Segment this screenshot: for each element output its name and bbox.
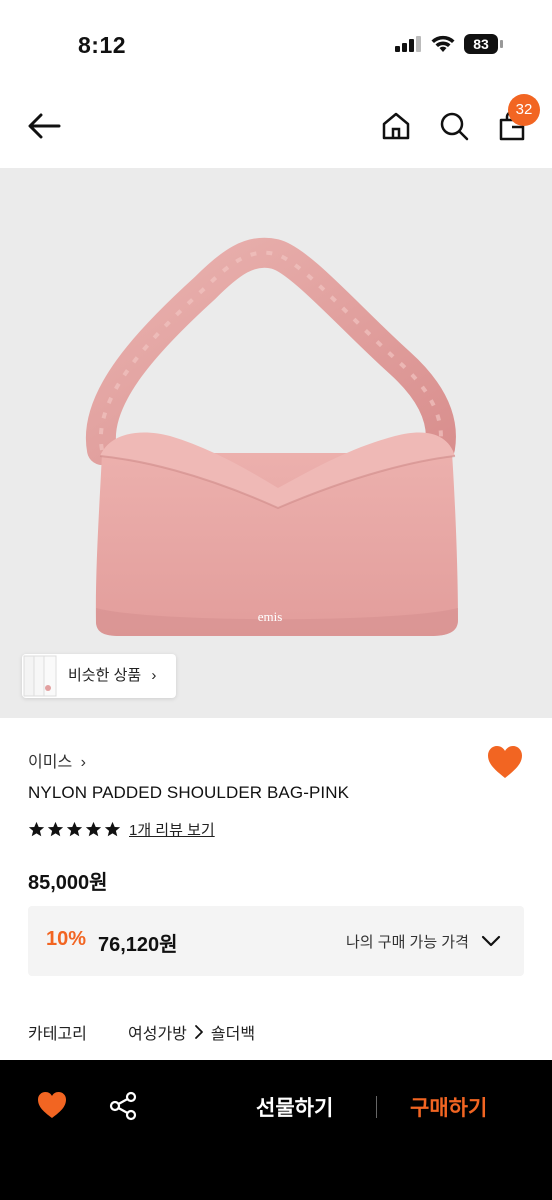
similar-products-label: 비슷한 상품 (68, 667, 142, 684)
review-link[interactable]: 1개 리뷰 보기 (129, 819, 215, 840)
category-label: 카테고리 (28, 1026, 87, 1043)
top-nav-bar (0, 90, 552, 168)
search-button[interactable] (434, 106, 474, 146)
search-icon (440, 112, 469, 141)
cellular-signal-icon (395, 36, 421, 52)
shoulder-bag-image: emis (85, 237, 458, 636)
chevron-down-icon (481, 935, 501, 947)
heart-icon[interactable] (36, 1090, 68, 1120)
category-item[interactable]: 숄더백 (211, 1020, 255, 1044)
original-price: 85,000원 (28, 872, 108, 894)
bag-logo: emis (258, 609, 283, 624)
my-price-label: 나의 구매 가능 가격 (346, 934, 469, 951)
star-icon (104, 821, 121, 836)
product-image[interactable]: emis (0, 168, 552, 718)
brand-link[interactable]: 이미스 › (28, 748, 86, 772)
similar-thumbnail-stack (23, 655, 57, 697)
divider (376, 1096, 377, 1118)
discount-price: 76,120원 (98, 934, 178, 956)
home-button[interactable] (376, 106, 416, 146)
rating-row: 1개 리뷰 보기 (28, 818, 215, 840)
category-row: 카테고리 여성가방 숄더백 (28, 1020, 524, 1044)
star-rating (28, 821, 121, 838)
chevron-right-icon: › (151, 667, 157, 684)
arrow-left-icon (28, 113, 61, 139)
status-bar: 8:12 83 (0, 0, 552, 90)
home-icon (382, 112, 410, 140)
battery-cap (500, 40, 503, 48)
brand-name: 이미스 (28, 754, 73, 771)
similar-products-button[interactable]: 비슷한 상품 › (22, 654, 176, 698)
star-icon (85, 821, 102, 836)
chevron-right-icon (194, 1025, 203, 1039)
wifi-icon (431, 35, 455, 52)
gift-button[interactable]: 선물하기 (256, 1092, 333, 1122)
cart-count-badge: 32 (508, 94, 540, 126)
discount-rate: 10% (46, 928, 87, 950)
star-icon (28, 821, 45, 836)
star-icon (66, 821, 83, 836)
category-item[interactable]: 여성가방 (128, 1020, 187, 1044)
product-name: NYLON PADDED SHOULDER BAG-PINK (28, 783, 350, 802)
wishlist-heart-icon[interactable] (486, 744, 524, 780)
star-icon (47, 821, 64, 836)
back-button[interactable] (24, 106, 64, 146)
share-icon[interactable] (108, 1091, 138, 1121)
battery-indicator: 83 (464, 34, 504, 54)
bottom-action-bar: 선물하기 구매하기 (0, 1060, 552, 1200)
battery-level: 83 (464, 34, 498, 54)
buy-button[interactable]: 구매하기 (410, 1092, 487, 1122)
category-breadcrumb: 여성가방 숄더백 (128, 1020, 255, 1044)
chevron-right-icon: › (80, 754, 86, 771)
status-time: 8:12 (78, 32, 127, 58)
my-price-box[interactable]: 10% 76,120원 나의 구매 가능 가격 (28, 906, 524, 976)
